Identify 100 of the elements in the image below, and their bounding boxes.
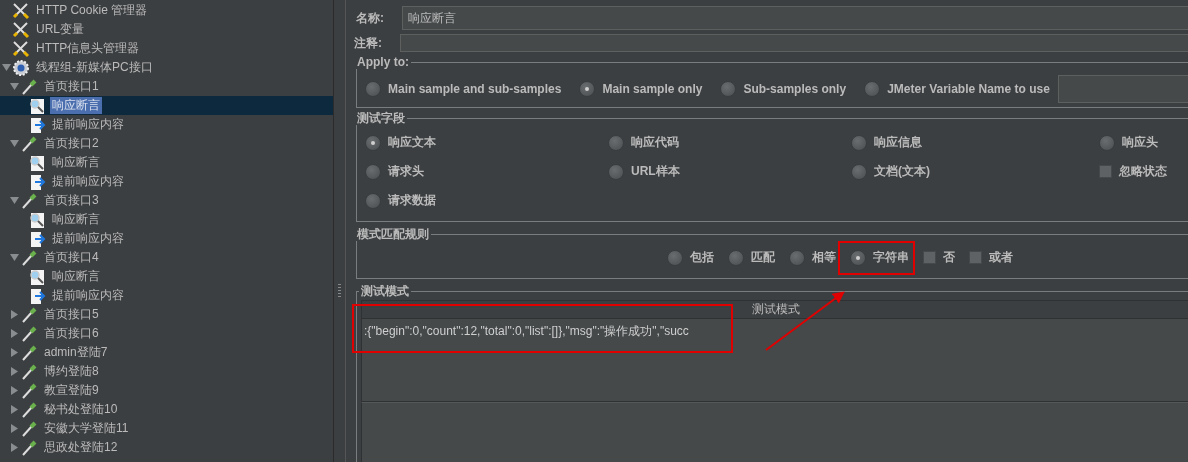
tree-item-label: URL变量 <box>35 21 85 38</box>
tree-item[interactable]: 安徽大学登陆11 <box>0 419 333 438</box>
tree-item-label: 响应断言 <box>51 211 101 228</box>
tree-item[interactable]: 思政处登陆12 <box>0 438 333 457</box>
checkbox-label: 或者 <box>989 249 1013 266</box>
expanded-arrow-icon[interactable] <box>9 253 19 262</box>
tree-item[interactable]: URL变量 <box>0 20 333 39</box>
collapsed-arrow-icon[interactable] <box>9 443 19 452</box>
radio-button[interactable] <box>365 163 381 180</box>
pipette-icon <box>20 191 38 210</box>
document-arrow-icon <box>28 172 46 191</box>
radio-label: 响应文本 <box>388 134 436 151</box>
document-arrow-icon <box>28 286 46 305</box>
tree-item-label: 提前响应内容 <box>51 116 125 133</box>
radio-button[interactable] <box>579 81 596 97</box>
group-title: 测试字段 <box>356 112 406 125</box>
collapsed-arrow-icon[interactable] <box>9 405 19 414</box>
checkbox-option[interactable]: 否 <box>923 249 955 266</box>
tree-item[interactable]: 响应断言 <box>0 210 333 229</box>
tree-item[interactable]: 提前响应内容 <box>0 286 333 305</box>
tree-item[interactable]: 提前响应内容 <box>0 115 333 134</box>
tree-item-label: 思政处登陆12 <box>43 439 119 456</box>
name-field[interactable]: 响应断言 <box>402 6 1188 30</box>
tree-item[interactable]: 响应断言 <box>0 153 333 172</box>
collapsed-arrow-icon[interactable] <box>9 310 19 319</box>
collapsed-arrow-icon[interactable] <box>9 424 19 433</box>
tree-item[interactable]: 首页接口3 <box>0 191 333 210</box>
tree-item[interactable]: 首页接口1 <box>0 77 333 96</box>
collapsed-arrow-icon[interactable] <box>9 348 19 357</box>
tree-item-label: 首页接口6 <box>43 325 100 342</box>
radio-button[interactable] <box>667 249 683 266</box>
radio-label: 文档(文本) <box>874 163 930 180</box>
group-title: Apply to: <box>356 56 410 69</box>
radio-label: Main sample only <box>602 82 703 96</box>
radio-label: 请求头 <box>388 163 424 180</box>
tree-item[interactable]: 提前响应内容 <box>0 229 333 248</box>
expanded-arrow-icon[interactable] <box>9 196 19 205</box>
tree-item[interactable]: 首页接口6 <box>0 324 333 343</box>
collapsed-arrow-icon[interactable] <box>9 329 19 338</box>
tree-item-label: 教宣登陆9 <box>43 382 100 399</box>
group-title: 模式匹配规则 <box>356 228 430 241</box>
radio-label: 匹配 <box>751 249 775 266</box>
field-label: 名称: <box>356 9 385 27</box>
tree-item[interactable]: 首页接口4 <box>0 248 333 267</box>
radio-button[interactable] <box>608 134 624 151</box>
tree-item[interactable]: 首页接口5 <box>0 305 333 324</box>
expanded-arrow-icon[interactable] <box>9 82 19 91</box>
radio-button[interactable] <box>850 249 866 266</box>
table-cell[interactable]: :{"begin":0,"count":12,"total":0,"list":[]},"msg":"操作成功","succ <box>362 319 1188 344</box>
cell-text: :{"begin":0,"count":12,"total":0,"list":[]},"msg":"操作成功","succ <box>364 323 689 340</box>
pipette-icon <box>20 134 38 153</box>
radio-button[interactable] <box>720 81 737 97</box>
radio-button[interactable] <box>365 134 381 151</box>
radio-button[interactable] <box>365 192 381 209</box>
radio-label: 请求数据 <box>388 192 436 209</box>
tree-item-label: 博约登陆8 <box>43 363 100 380</box>
radio-button[interactable] <box>1099 134 1115 151</box>
radio-button[interactable] <box>851 134 867 151</box>
tree-item[interactable]: 响应断言 <box>0 96 333 115</box>
tree-item[interactable]: 博约登陆8 <box>0 362 333 381</box>
tree-item-label: 响应断言 <box>51 154 101 171</box>
field-label: 注释: <box>354 34 383 52</box>
splitter-grip[interactable] <box>338 284 341 298</box>
collapsed-arrow-icon[interactable] <box>9 367 19 376</box>
pipette-icon <box>20 438 38 457</box>
tree-item-label: admin登陆7 <box>43 344 109 361</box>
tools-icon <box>12 39 30 58</box>
tree-item[interactable]: 响应断言 <box>0 267 333 286</box>
radio-button[interactable] <box>728 249 744 266</box>
checkbox[interactable] <box>923 251 936 264</box>
radio-label: JMeter Variable Name to use <box>887 82 1050 96</box>
expanded-arrow-icon[interactable] <box>1 63 11 72</box>
tree-item[interactable]: 线程组-新媒体PC接口 <box>0 58 333 77</box>
variable-name-field[interactable] <box>1057 75 1188 103</box>
radio-button[interactable] <box>608 163 624 180</box>
tree-item[interactable]: 提前响应内容 <box>0 172 333 191</box>
magnifier-icon <box>28 210 46 229</box>
tree-item[interactable]: HTTP信息头管理器 <box>0 39 333 58</box>
collapsed-arrow-icon[interactable] <box>9 386 19 395</box>
tree-item[interactable]: 秘书处登陆10 <box>0 400 333 419</box>
radio-button[interactable] <box>789 249 805 266</box>
tree-item[interactable]: admin登陆7 <box>0 343 333 362</box>
radio-button[interactable] <box>864 81 881 97</box>
tools-icon <box>12 20 30 39</box>
tree-item-label: 首页接口5 <box>43 306 100 323</box>
tree-item-label: 秘书处登陆10 <box>43 401 119 418</box>
checkbox[interactable] <box>969 251 982 264</box>
checkbox-option[interactable]: 忽略状态 <box>1099 163 1188 180</box>
expanded-arrow-icon[interactable] <box>9 139 19 148</box>
tree-item[interactable]: 教宣登陆9 <box>0 381 333 400</box>
tree-item-label: 提前响应内容 <box>51 173 125 190</box>
tree-item[interactable]: HTTP Cookie 管理器 <box>0 1 333 20</box>
checkbox[interactable] <box>1099 165 1112 178</box>
radio-button[interactable] <box>365 81 381 97</box>
radio-label: 响应头 <box>1122 134 1158 151</box>
checkbox-option[interactable]: 或者 <box>969 249 1013 266</box>
tree-item[interactable]: 首页接口2 <box>0 134 333 153</box>
comment-field[interactable] <box>400 34 1188 52</box>
radio-button[interactable] <box>851 163 867 180</box>
tree-item-label: 响应断言 <box>50 97 102 114</box>
